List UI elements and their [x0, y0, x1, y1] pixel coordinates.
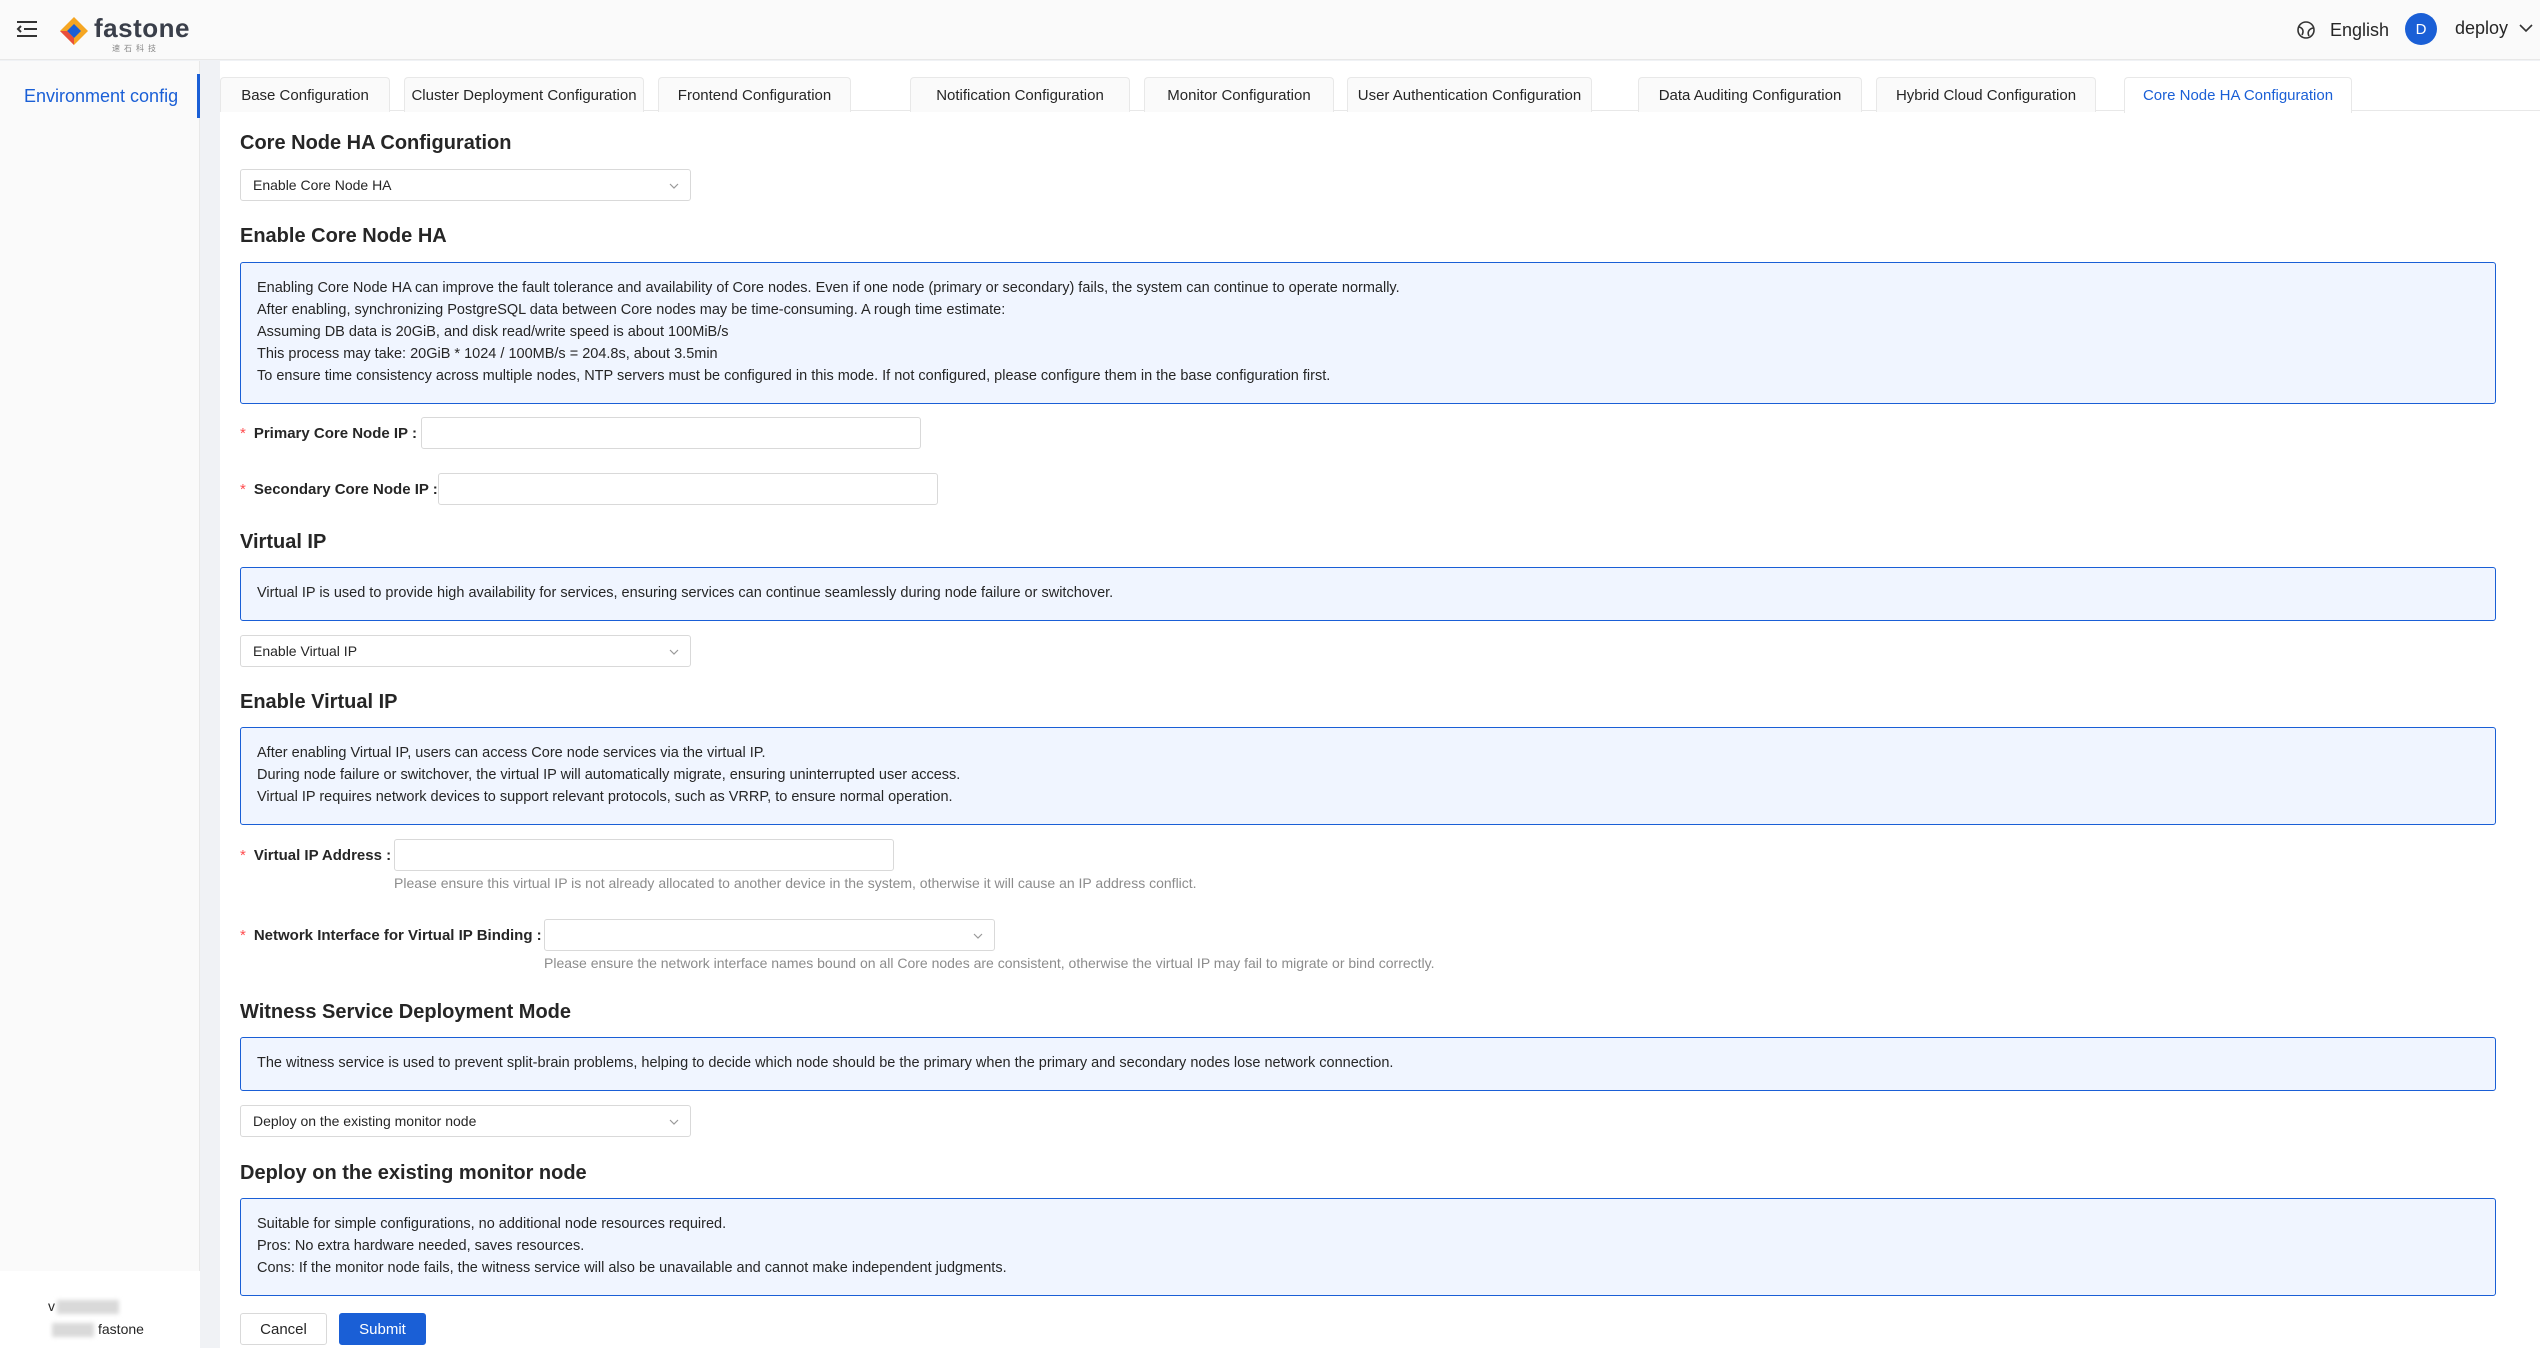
network-interface-hint: Please ensure the network interface name…: [544, 955, 1435, 971]
version-info: v: [48, 1298, 119, 1315]
tab-monitor-configuration[interactable]: Monitor Configuration: [1144, 77, 1334, 112]
enable-core-ha-title: Enable Core Node HA: [240, 225, 447, 247]
secondary-core-node-ip-label-text: Secondary Core Node IP :: [253, 481, 438, 498]
tab-core-node-ha-configuration[interactable]: Core Node HA Configuration: [2124, 77, 2352, 113]
language-switcher[interactable]: English: [2296, 17, 2389, 43]
network-interface-select[interactable]: [544, 919, 995, 951]
core-ha-select-value: Enable Core Node HA: [253, 177, 392, 193]
virtual-ip-address-hint: Please ensure this virtual IP is not alr…: [394, 875, 1197, 891]
logo-mark-icon: [60, 17, 88, 45]
chevron-down-icon: [669, 1119, 679, 1125]
info-line: To ensure time consistency across multip…: [257, 368, 1331, 384]
primary-core-node-ip-label-text: Primary Core Node IP :: [253, 425, 417, 442]
brand-text: fastone: [98, 1321, 144, 1337]
brand-info: fastone: [52, 1321, 144, 1338]
logo-subtitle: 速石科技: [112, 44, 160, 53]
enable-virtual-ip-title: Enable Virtual IP: [240, 691, 398, 713]
chevron-down-icon: [669, 649, 679, 655]
witness-select-value: Deploy on the existing monitor node: [253, 1113, 477, 1129]
network-interface-label-text: Network Interface for Virtual IP Binding…: [253, 927, 542, 944]
cancel-button[interactable]: Cancel: [240, 1313, 327, 1345]
virtual-ip-select[interactable]: Enable Virtual IP: [240, 635, 691, 667]
core-ha-title: Core Node HA Configuration: [240, 132, 512, 154]
witness-select[interactable]: Deploy on the existing monitor node: [240, 1105, 691, 1137]
menu-toggle-icon[interactable]: [14, 16, 40, 42]
info-line: The witness service is used to prevent s…: [257, 1055, 1394, 1071]
user-name[interactable]: deploy: [2455, 18, 2508, 39]
tab-hybrid-cloud-configuration[interactable]: Hybrid Cloud Configuration: [1876, 77, 2096, 112]
info-line: During node failure or switchover, the v…: [257, 767, 961, 783]
globe-icon: [2297, 21, 2315, 39]
deploy-existing-title: Deploy on the existing monitor node: [240, 1162, 587, 1184]
virtual-ip-title: Virtual IP: [240, 531, 327, 553]
secondary-core-node-ip-label: * Secondary Core Node IP :: [240, 481, 438, 498]
tab-data-auditing-configuration[interactable]: Data Auditing Configuration: [1638, 77, 1862, 112]
tab-user-authentication-configuration[interactable]: User Authentication Configuration: [1347, 77, 1592, 112]
info-line: After enabling Virtual IP, users can acc…: [257, 745, 766, 761]
chevron-down-icon[interactable]: [2518, 20, 2534, 36]
sidebar-item-environment-config[interactable]: Environment config: [0, 74, 200, 118]
network-interface-label: * Network Interface for Virtual IP Bindin…: [240, 927, 542, 944]
info-line: Virtual IP requires network devices to s…: [257, 789, 953, 805]
sidebar: Environment config v fastone: [0, 61, 200, 1348]
sidebar-footer: v fastone: [0, 1271, 200, 1348]
tab-base-configuration[interactable]: Base Configuration: [220, 77, 390, 112]
info-line: After enabling, synchronizing PostgreSQL…: [257, 302, 1006, 318]
enable-virtual-ip-info: After enabling Virtual IP, users can acc…: [240, 727, 2496, 825]
chevron-down-icon: [669, 183, 679, 189]
logo[interactable]: fastone 速石科技: [60, 12, 190, 53]
info-line: Assuming DB data is 20GiB, and disk read…: [257, 324, 729, 340]
tab-notification-configuration[interactable]: Notification Configuration: [910, 77, 1130, 112]
witness-info: The witness service is used to prevent s…: [240, 1037, 2496, 1091]
version-prefix: v: [48, 1298, 55, 1314]
virtual-ip-info: Virtual IP is used to provide high avail…: [240, 567, 2496, 621]
witness-title: Witness Service Deployment Mode: [240, 1001, 572, 1023]
avatar[interactable]: D: [2405, 13, 2437, 45]
chevron-down-icon: [973, 933, 983, 939]
top-bar: fastone 速石科技 English D deploy: [0, 0, 2540, 60]
language-label: English: [2330, 19, 2390, 40]
virtual-ip-address-input[interactable]: [394, 839, 894, 871]
primary-core-node-ip-input[interactable]: [421, 417, 921, 449]
virtual-ip-address-label-text: Virtual IP Address :: [253, 847, 392, 864]
virtual-ip-select-value: Enable Virtual IP: [253, 643, 358, 659]
core-ha-select[interactable]: Enable Core Node HA: [240, 169, 691, 201]
virtual-ip-address-label: * Virtual IP Address :: [240, 847, 392, 864]
tab-cluster-deployment-configuration[interactable]: Cluster Deployment Configuration: [404, 77, 644, 112]
primary-core-node-ip-label: * Primary Core Node IP :: [240, 425, 417, 442]
info-line: Suitable for simple configurations, no a…: [257, 1216, 727, 1232]
redacted-brand: [52, 1323, 94, 1338]
logo-text: fastone: [94, 13, 190, 43]
info-line: Pros: No extra hardware needed, saves re…: [257, 1238, 585, 1254]
redacted-version: [57, 1300, 119, 1315]
tab-frontend-configuration[interactable]: Frontend Configuration: [658, 77, 851, 112]
info-line: Enabling Core Node HA can improve the fa…: [257, 280, 1400, 296]
config-tabs: Base Configuration Cluster Deployment Co…: [220, 61, 2540, 113]
secondary-core-node-ip-input[interactable]: [438, 473, 938, 505]
submit-button[interactable]: Submit: [339, 1313, 426, 1345]
main-content: Base Configuration Cluster Deployment Co…: [220, 61, 2540, 1348]
info-line: This process may take: 20GiB * 1024 / 10…: [257, 346, 718, 362]
deploy-existing-info: Suitable for simple configurations, no a…: [240, 1198, 2496, 1296]
info-line: Virtual IP is used to provide high avail…: [257, 585, 1114, 601]
enable-core-ha-info: Enabling Core Node HA can improve the fa…: [240, 262, 2496, 404]
info-line: Cons: If the monitor node fails, the wit…: [257, 1260, 1007, 1276]
